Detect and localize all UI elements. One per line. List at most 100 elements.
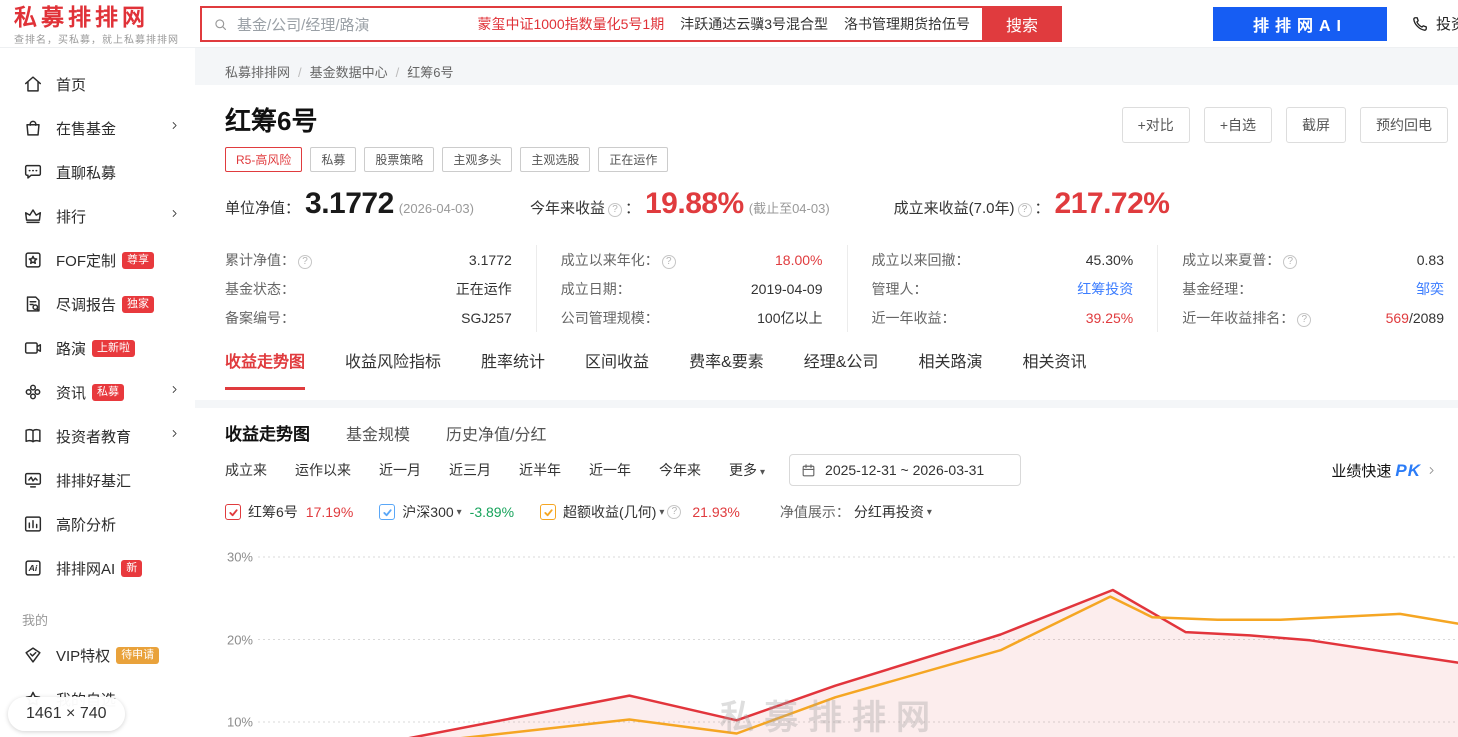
detail-label: 累计净值：? — [225, 250, 315, 270]
breadcrumb-item[interactable]: 基金数据中心 — [310, 65, 388, 80]
detail-value[interactable]: 邹奕 — [1416, 279, 1444, 299]
sidebar-item-chat-private[interactable]: 直聊私募 — [0, 150, 195, 194]
action-button[interactable]: 预约回电 — [1360, 107, 1448, 143]
date-range-picker[interactable]: 2025-12-31 ~ 2026-03-31 — [789, 454, 1021, 486]
stat-note: (2026-04-03) — [399, 201, 474, 216]
more-dropdown[interactable]: 更多▾ — [729, 460, 765, 480]
detail-label: 基金经理： — [1182, 279, 1252, 299]
period-今年来[interactable]: 今年来 — [659, 460, 701, 480]
sidebar-item-roadshow[interactable]: 路演上新啦 — [0, 326, 195, 370]
info-icon[interactable]: ? — [608, 203, 622, 217]
fund-tag: 主观多头 — [442, 147, 512, 172]
info-icon[interactable]: ? — [1018, 203, 1032, 217]
tab-收益走势图[interactable]: 收益走势图 — [225, 353, 305, 390]
hotline[interactable]: 投资 — [1410, 13, 1458, 34]
sidebar-item-haojihui[interactable]: 排排好基汇 — [0, 458, 195, 502]
chevron-down-icon[interactable]: ▾ — [659, 507, 664, 518]
page-title: 红筹6号 — [225, 101, 317, 138]
fof-icon — [22, 249, 44, 271]
stat-group: 今年来收益?：19.88%(截止至04-03) — [530, 187, 830, 221]
period-近一年[interactable]: 近一年 — [589, 460, 631, 480]
period-近三月[interactable]: 近三月 — [449, 460, 491, 480]
main-content: 私募排排网/基金数据中心/红筹6号 红筹6号 +对比+自选截屏预约回电 R5-高… — [195, 48, 1458, 737]
sidebar-item-vip[interactable]: VIP特权待申请 — [0, 633, 195, 677]
info-icon[interactable]: ? — [662, 255, 676, 269]
legend-item[interactable]: 沪深300▾-3.89% — [379, 502, 514, 522]
search-hot-keyword[interactable]: 沣跃通达云骥3号混合型 — [680, 14, 828, 34]
site-logo[interactable]: 私募排排网 查排名，买私募，就上私募排排网 — [14, 4, 179, 46]
badge: 独家 — [122, 296, 154, 313]
legend-item[interactable]: 红筹6号17.19% — [225, 502, 353, 522]
sub-tab-基金规模[interactable]: 基金规模 — [346, 421, 410, 445]
badge: 新 — [121, 560, 142, 577]
ai-icon: Ai — [22, 557, 44, 579]
sidebar-item-ranking[interactable]: 排行 — [0, 194, 195, 238]
search-hot-keywords: 蒙玺中证1000指数量化5号1期沣跃通达云骥3号混合型洛书管理期货拾伍号 — [477, 14, 982, 34]
sidebar-item-fof-custom[interactable]: FOF定制尊享 — [0, 238, 195, 282]
fund-summary-card: 红筹6号 +对比+自选截屏预约回电 R5-高风险私募股票策略主观多头主观选股正在… — [195, 85, 1458, 400]
period-运作以来[interactable]: 运作以来 — [295, 460, 351, 480]
tab-费率&要素[interactable]: 费率&要素 — [689, 353, 764, 390]
crown-icon — [22, 205, 44, 227]
sidebar-item-funds-on-sale[interactable]: 在售基金 — [0, 106, 195, 150]
sidebar-item-advanced-analysis[interactable]: 高阶分析 — [0, 502, 195, 546]
info-icon[interactable]: ? — [1297, 313, 1311, 327]
nav-display-selector[interactable]: 净值展示：分红再投资▾ — [780, 502, 932, 522]
breadcrumb: 私募排排网/基金数据中心/红筹6号 — [225, 62, 454, 81]
search-hot-keyword[interactable]: 洛书管理期货拾伍号 — [844, 14, 970, 34]
search-button[interactable]: 搜索 — [982, 6, 1062, 42]
info-icon[interactable]: ? — [1283, 255, 1297, 269]
performance-chart[interactable]: 私募排排网 30%20%10% — [225, 535, 1458, 737]
checkbox[interactable] — [540, 504, 556, 520]
tab-相关资讯[interactable]: 相关资讯 — [1022, 353, 1086, 390]
series-area-红筹6号 — [390, 590, 1458, 737]
legend-item[interactable]: 超额收益(几何)▾?21.93% — [540, 502, 740, 522]
info-icon[interactable]: ? — [298, 255, 312, 269]
chart-canvas[interactable] — [225, 535, 1458, 737]
sidebar-item-news[interactable]: 资讯私募 — [0, 370, 195, 414]
period-成立来[interactable]: 成立来 — [225, 460, 267, 480]
sub-tab-历史净值/分红[interactable]: 历史净值/分红 — [446, 421, 546, 445]
legend-label: 沪深300 — [402, 502, 453, 522]
stat-label: 今年来收益 — [530, 200, 605, 217]
chevron-down-icon: ▾ — [760, 467, 765, 478]
sidebar-item-label: VIP特权 — [56, 645, 110, 666]
detail-value: 2019-04-09 — [751, 281, 823, 297]
checkbox[interactable] — [225, 504, 241, 520]
sidebar: 首页在售基金直聊私募排行FOF定制尊享尽调报告独家路演上新啦资讯私募投资者教育排… — [0, 48, 195, 737]
search-icon — [212, 16, 229, 33]
action-button[interactable]: +自选 — [1204, 107, 1272, 143]
period-近半年[interactable]: 近半年 — [519, 460, 561, 480]
breadcrumb-item[interactable]: 私募排排网 — [225, 65, 290, 80]
fund-details-grid: 累计净值：?3.1772成立以来年化：?18.00%成立以来回撤：45.30%成… — [225, 245, 1458, 332]
tab-相关路演[interactable]: 相关路演 — [918, 353, 982, 390]
ppw-ai-button[interactable]: 排排网AI — [1213, 7, 1387, 41]
detail-value: 569/2089 — [1386, 310, 1444, 326]
tab-区间收益[interactable]: 区间收益 — [585, 353, 649, 390]
tab-收益风险指标[interactable]: 收益风险指标 — [345, 353, 441, 390]
tab-胜率统计[interactable]: 胜率统计 — [481, 353, 545, 390]
sidebar-item-dd-report[interactable]: 尽调报告独家 — [0, 282, 195, 326]
sidebar-item-investor-education[interactable]: 投资者教育 — [0, 414, 195, 458]
chevron-down-icon[interactable]: ▾ — [457, 507, 462, 518]
checkbox[interactable] — [379, 504, 395, 520]
vip-icon — [22, 644, 44, 666]
action-button[interactable]: 截屏 — [1286, 107, 1346, 143]
stat-value: 3.1772 — [305, 187, 394, 220]
performance-pk-link[interactable]: 业绩快速 PK — [1331, 460, 1438, 481]
badge: 私募 — [92, 384, 124, 401]
detail-label: 近一年收益排名：? — [1182, 308, 1314, 328]
search-bar[interactable]: 基金/公司/经理/路演 蒙玺中证1000指数量化5号1期沣跃通达云骥3号混合型洛… — [200, 6, 1062, 42]
period-近一月[interactable]: 近一月 — [379, 460, 421, 480]
sidebar-item-ppw-ai[interactable]: Ai排排网AI新 — [0, 546, 195, 590]
search-input[interactable]: 基金/公司/经理/路演 — [237, 14, 370, 35]
action-button[interactable]: +对比 — [1122, 107, 1190, 143]
sidebar-item-home[interactable]: 首页 — [0, 62, 195, 106]
search-hot-keyword[interactable]: 蒙玺中证1000指数量化5号1期 — [477, 14, 664, 34]
sub-tab-收益走势图[interactable]: 收益走势图 — [225, 420, 310, 445]
detail-value: 39.25% — [1086, 310, 1133, 326]
tab-经理&公司[interactable]: 经理&公司 — [804, 353, 879, 390]
detail-value[interactable]: 红筹投资 — [1077, 279, 1133, 299]
info-icon[interactable]: ? — [667, 505, 681, 519]
chevron-right-icon — [168, 427, 181, 440]
